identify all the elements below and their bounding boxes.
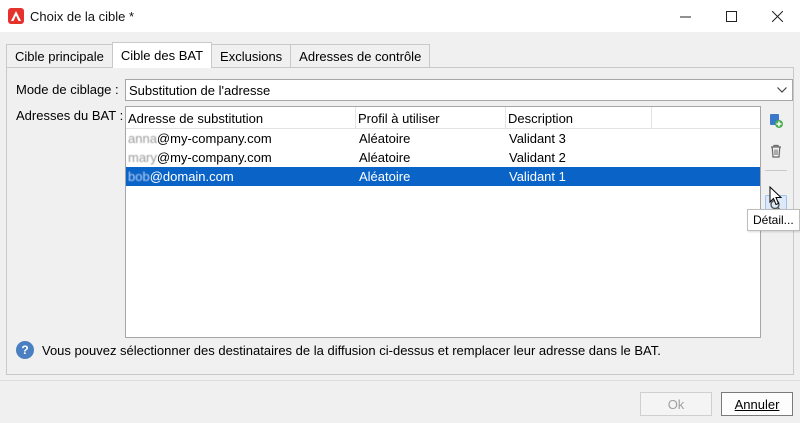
address-cell: anna @my-company.com [126,129,356,148]
app-logo-icon [8,8,24,24]
cancel-button-label: Annuler [734,396,780,412]
trash-icon [771,144,781,158]
address-prefix: mary [128,150,157,165]
maximize-icon [725,10,737,22]
address-cell: bob @domain.com [126,167,356,186]
description-cell: Validant 3 [509,131,566,146]
info-text: Vous pouvez sélectionner des destinatair… [42,342,661,358]
tab-exclusions[interactable]: Exclusions [211,44,292,68]
delete-button[interactable] [765,140,787,162]
footer-divider [0,380,800,381]
column-header-address[interactable]: Adresse de substitution [126,107,356,129]
description-cell: Validant 2 [509,150,566,165]
toolbar-separator [765,170,787,171]
addresses-list[interactable]: Adresse de substitution Profil à utilise… [125,106,761,338]
help-icon: ? [16,341,34,359]
cancel-button[interactable]: Annuler [721,392,793,416]
tab-panel: Mode de ciblage : Substitution de l'adre… [6,67,794,375]
list-toolbar [765,110,791,225]
column-header-description[interactable]: Description [506,107,652,129]
profile-cell: Aléatoire [359,169,411,184]
description-cell: Validant 1 [509,169,566,184]
mode-select-value: Substitution de l'adresse [129,82,271,98]
detail-tooltip: Détail... [747,209,800,231]
addresses-label: Adresses du BAT : [16,108,124,123]
mode-select[interactable]: Substitution de l'adresse [125,79,793,101]
address-domain: @my-company.com [156,131,272,146]
address-domain: @domain.com [149,169,234,184]
close-button[interactable] [754,0,800,32]
profile-cell: Aléatoire [359,131,411,146]
title-bar: Choix de la cible * [0,0,800,32]
list-header: Adresse de substitution Profil à utilise… [126,107,760,129]
address-cell: mary @my-company.com [126,148,356,167]
table-row[interactable]: mary @my-company.com Aléatoire Validant 2 [126,148,760,167]
window-title: Choix de la cible * [30,8,135,24]
maximize-button[interactable] [708,0,754,32]
profile-cell: Aléatoire [359,150,411,165]
tab-adresses-de-controle[interactable]: Adresses de contrôle [290,44,431,68]
info-message: ? Vous pouvez sélectionner des destinata… [16,341,661,359]
column-header-profile[interactable]: Profil à utiliser [356,107,506,129]
tab-bar: Cible principale Cible des BAT Exclusion… [6,42,431,68]
ok-button[interactable]: Ok [640,392,712,416]
tab-cible-des-bat[interactable]: Cible des BAT [111,42,213,68]
address-prefix: anna [128,131,157,146]
address-prefix: bob [128,169,150,184]
tab-cible-principale[interactable]: Cible principale [6,44,113,68]
minimize-icon [679,16,691,17]
mouse-pointer-icon [769,186,783,206]
add-item-icon [770,114,783,128]
add-button[interactable] [765,110,787,132]
chevron-down-icon[interactable] [772,80,792,100]
minimize-button[interactable] [662,0,708,32]
table-row-selected[interactable]: bob @domain.com Aléatoire Validant 1 [126,167,760,186]
close-icon [771,10,783,22]
mode-label: Mode de ciblage : [16,82,119,97]
table-row[interactable]: anna @my-company.com Aléatoire Validant 3 [126,129,760,148]
address-domain: @my-company.com [156,150,272,165]
